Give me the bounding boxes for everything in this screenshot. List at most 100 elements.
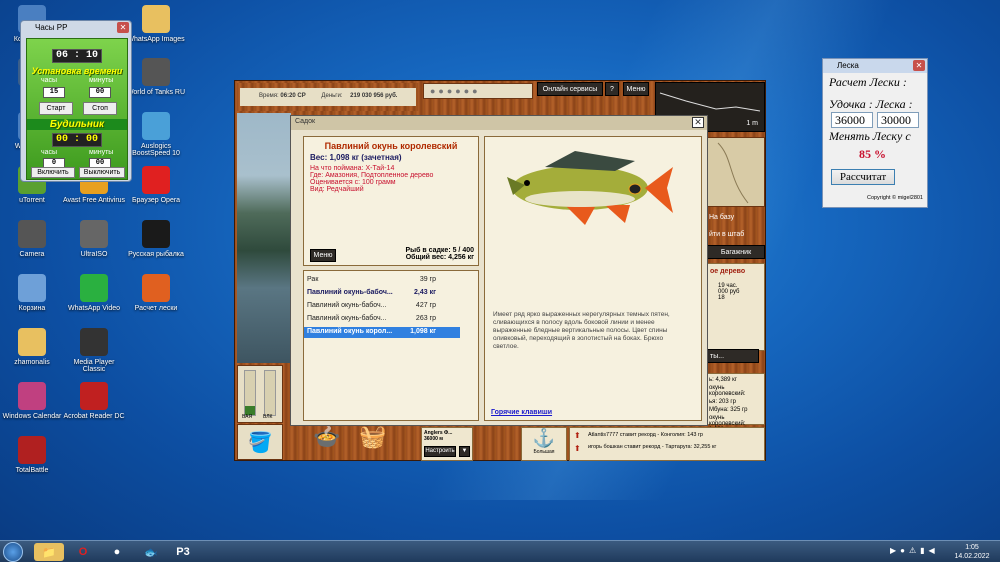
close-icon[interactable]: ✕ (692, 117, 704, 128)
desktop-icon[interactable]: Корзина (0, 274, 64, 312)
app-icon (18, 220, 46, 248)
bucket-icon[interactable]: 🪣 (237, 424, 283, 460)
desktop-icon[interactable]: Auslogics BoostSpeed 10 (124, 112, 188, 157)
alarm-on-button[interactable]: Включить (31, 167, 75, 178)
alarm-hours-label: часы (41, 149, 58, 156)
close-icon[interactable]: ✕ (117, 22, 129, 33)
fish-name: Павлиний окунь королевский (324, 141, 458, 151)
lure-size: Большая (533, 449, 555, 455)
to-base-button[interactable]: На базу (707, 211, 765, 225)
record-line: ья: 203 гр (709, 399, 736, 405)
app-icon (142, 5, 170, 33)
explorer-icon[interactable]: 📁 (34, 543, 64, 561)
record-line: окунь королевский: (709, 385, 746, 397)
app-icon (142, 58, 170, 86)
hours-input[interactable]: 15 (43, 87, 65, 98)
sadok-dialog[interactable]: Садок ✕ Павлиний окунь королевский Вес: … (290, 115, 708, 426)
clock-tray[interactable]: 1:05 14.02.2022 (950, 543, 994, 561)
desktop-icon[interactable]: World of Tanks RU (124, 58, 188, 96)
calculate-button[interactable]: Рассчитат (831, 169, 895, 185)
game-menu-button[interactable]: Меню (623, 82, 649, 96)
fish-app-icon[interactable]: 🐟 (136, 543, 166, 561)
app-icon (18, 274, 46, 302)
start-button[interactable]: Старт (39, 102, 73, 115)
clock-titlebar[interactable]: Часы РР ✕ (21, 21, 131, 35)
tray-icons[interactable]: ▶●⚠▮◀ (890, 546, 939, 555)
stop-button[interactable]: Стоп (83, 102, 117, 115)
app-icon (80, 328, 108, 356)
fish-description: Имеет ряд ярко выраженных нерегулярных т… (493, 311, 670, 350)
fish-bait: На что поймана: X-Тай-14 (310, 165, 395, 172)
status-bar: Время: 06:20 СР Деньги: 219 030 956 руб. (237, 83, 419, 111)
desktop-icon[interactable]: Camera (0, 220, 64, 258)
sadok-titlebar[interactable]: Садок ✕ (291, 116, 707, 130)
record-line: Мбуна: 325 гр (709, 407, 748, 413)
online-services-button[interactable]: Онлайн сервисы (537, 82, 603, 96)
fish-list-item[interactable]: Рак 39 гр (304, 275, 460, 286)
change-line-label: Менять Леску с (829, 129, 911, 143)
desktop-icon[interactable]: WhatsApp Video (62, 274, 126, 312)
fish-detail-panel: Имеет ряд ярко выраженных нерегулярных т… (484, 136, 702, 421)
fish-list-item[interactable]: Павлиний окунь-бабоч... 2,43 кг (304, 288, 460, 299)
sadok-title: Садок (295, 118, 316, 125)
desktop-icon[interactable]: Media Player Classic (62, 328, 126, 373)
filter-icon[interactable]: ▼ (459, 446, 470, 457)
baggage-button[interactable]: Багажник (707, 245, 765, 259)
clock-window[interactable]: Часы РР ✕ 06 : 10 Установка времени часы… (20, 20, 132, 182)
rod-input[interactable]: 36000 (831, 112, 873, 128)
game-app-icon[interactable]: P3 (168, 543, 198, 561)
fish-list-item[interactable]: Павлиний окунь-бабоч... 263 гр (304, 314, 460, 325)
desktop-icon[interactable]: Acrobat Reader DC (62, 382, 126, 420)
hotkeys-link[interactable]: Горячие клавиши (491, 409, 552, 416)
map-thumbnail[interactable] (707, 137, 765, 207)
sack-icon[interactable]: 🧺 (353, 424, 393, 458)
clock-title: Часы РР (35, 23, 68, 32)
depth-value: 1 m (746, 120, 758, 127)
desktop-icon-label: Camera (19, 251, 45, 258)
to-hq-button[interactable]: йти в штаб (707, 228, 765, 242)
places-button[interactable]: ты... (707, 349, 759, 363)
record-feed-list: Atlantis7777 ставит рекорд - Конголия: 1… (588, 432, 760, 450)
bait-icons[interactable]: ●●●●●● (430, 86, 481, 96)
desktop-icon[interactable]: zhamonalis (0, 328, 64, 366)
money-label: Деньги: (321, 93, 343, 99)
app-icon (142, 112, 170, 140)
desktop-icon[interactable]: Расчет лески (124, 274, 188, 312)
alarm-minutes-label: минуты (89, 149, 114, 156)
line-input[interactable]: 30000 (877, 112, 919, 128)
app-icon (80, 220, 108, 248)
start-button[interactable] (3, 542, 23, 562)
media-player-icon[interactable]: ● (102, 543, 132, 561)
close-icon[interactable]: ✕ (913, 60, 925, 71)
fish-count: Рыб в садке: 5 / 400 (405, 247, 474, 254)
opera-icon[interactable]: O (68, 543, 98, 561)
fish-list-weight: 427 гр (415, 302, 436, 309)
leska-window[interactable]: Леска ✕ Расчет Лески : Удочка : Леска : … (822, 58, 928, 208)
fish-list-item[interactable]: Павлиний окунь-бабоч... 427 гр (304, 301, 460, 312)
desktop-icon[interactable]: TotalBattle (0, 436, 64, 474)
desktop-icon[interactable]: Браузер Opera (124, 166, 188, 204)
location-info: ое дерево 19 час. 000 руб 18 (705, 263, 765, 351)
lure-panel[interactable]: ⚓ Большая (521, 427, 567, 461)
bait-bar[interactable]: ●●●●●● (423, 83, 533, 99)
fish-weight: Вес: 1,098 кг (зачетная) (310, 153, 402, 162)
desktop-icon[interactable]: Русская рыбалка (124, 220, 188, 258)
gauge-right-label: ВЛК (263, 414, 273, 420)
desktop-icon[interactable]: Windows Calendar (0, 382, 64, 420)
fish-list-item[interactable]: Павлиний окунь корол... 1,098 кг (304, 327, 460, 338)
bucket-glyph: 🪣 (247, 431, 273, 454)
desktop-icon-label: World of Tanks RU (126, 89, 186, 96)
fish-list-name: Рак (307, 276, 319, 283)
desktop-icon[interactable]: UltraISO (62, 220, 126, 258)
kettle-icon[interactable]: 🍲 (307, 424, 347, 458)
sadok-menu-button[interactable]: Меню (310, 249, 336, 262)
app-icon (80, 382, 108, 410)
leska-titlebar[interactable]: Леска ✕ (823, 59, 927, 73)
peacock-bass-image (507, 151, 673, 225)
desktop-icon[interactable]: WhatsApp Images (124, 5, 188, 43)
help-button[interactable]: ? (605, 82, 619, 96)
alarm-off-button[interactable]: Выключить (79, 167, 125, 178)
tune-button[interactable]: Настроить (424, 446, 456, 457)
desktop-icon-label: TotalBattle (15, 467, 49, 474)
minutes-input[interactable]: 00 (89, 87, 111, 98)
